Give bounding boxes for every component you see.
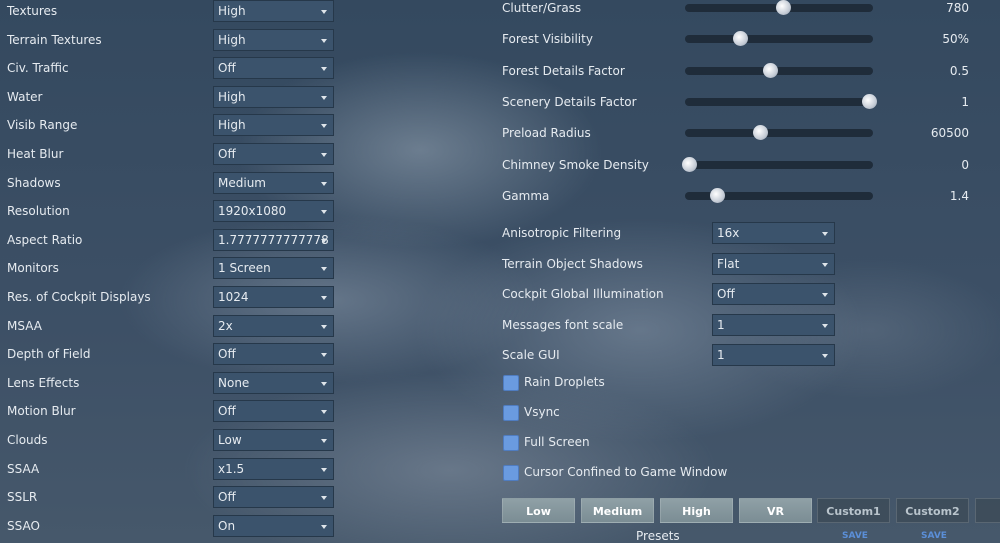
save-link[interactable]: SAVE — [921, 531, 947, 541]
setting-label: SSAO — [7, 518, 40, 533]
setting-label: Motion Blur — [7, 404, 76, 419]
save-link[interactable]: SAVE — [842, 531, 868, 541]
slider-track[interactable] — [681, 156, 873, 172]
setting-dropdown[interactable]: 1024 — [213, 286, 334, 308]
checkbox-label: Rain Droplets — [524, 375, 605, 389]
slider-label: Chimney Smoke Density — [502, 157, 649, 172]
checkbox-label: Cursor Confined to Game Window — [524, 465, 728, 479]
setting-dropdown[interactable]: 1.7777777777778 — [213, 228, 334, 251]
slider-label: Forest Details Factor — [502, 63, 625, 78]
custom-preset-button[interactable]: Cu — [975, 498, 1000, 523]
setting-label: SSLR — [7, 490, 38, 505]
slider-label: Forest Visibility — [502, 32, 593, 47]
custom-preset-button[interactable]: Custom2 — [896, 498, 969, 523]
setting-dropdown[interactable]: 1 Screen — [213, 257, 334, 280]
setting-dropdown[interactable]: 2x — [213, 314, 334, 337]
setting-label: Water — [7, 89, 43, 104]
setting-label: Textures — [7, 4, 58, 18]
setting-label: Heat Blur — [7, 147, 64, 161]
setting-label: Terrain Object Shadows — [502, 256, 643, 271]
slider-value: 1.4 — [949, 188, 969, 203]
checkbox[interactable] — [503, 405, 519, 421]
preset-button-medium[interactable]: Medium — [581, 498, 654, 523]
setting-label: Scale GUI — [502, 348, 560, 362]
slider-handle[interactable] — [753, 125, 769, 141]
checkbox[interactable] — [503, 375, 519, 391]
checkbox[interactable] — [503, 435, 519, 451]
setting-dropdown[interactable]: Low — [213, 429, 334, 451]
setting-label: Depth of Field — [7, 347, 91, 362]
setting-label: Cockpit Global Illumination — [502, 287, 664, 301]
slider-track[interactable] — [685, 31, 873, 47]
slider-label: Clutter/Grass — [502, 1, 582, 15]
setting-dropdown[interactable]: 1920x1080 — [213, 200, 334, 223]
slider-label: Preload Radius — [502, 126, 591, 141]
preset-button-vr[interactable]: VR — [739, 498, 812, 523]
setting-label: Anisotropic Filtering — [502, 226, 622, 240]
setting-dropdown[interactable]: Off — [213, 57, 334, 80]
setting-dropdown[interactable]: High — [213, 85, 334, 108]
slider-handle[interactable] — [762, 62, 778, 78]
setting-dropdown[interactable]: High — [213, 0, 334, 22]
slider-value: 0 — [961, 157, 969, 172]
setting-dropdown[interactable]: On — [213, 514, 334, 537]
setting-dropdown[interactable]: Flat — [712, 252, 835, 275]
setting-label: Terrain Textures — [7, 32, 102, 47]
setting-label: Lens Effects — [7, 375, 80, 390]
setting-dropdown[interactable]: High — [213, 114, 334, 137]
slider-handle[interactable] — [775, 0, 791, 15]
setting-dropdown[interactable]: 1 — [712, 313, 835, 336]
slider-track[interactable] — [685, 0, 873, 15]
slider-value: 780 — [946, 1, 969, 15]
setting-label: Monitors — [7, 261, 59, 276]
custom-preset-button[interactable]: Custom1 — [817, 498, 890, 523]
setting-dropdown[interactable]: Off — [712, 283, 835, 305]
preset-button-low[interactable]: Low — [502, 498, 575, 523]
setting-label: MSAA — [7, 318, 42, 333]
slider-handle[interactable] — [862, 93, 878, 109]
setting-dropdown[interactable]: 16x — [712, 222, 835, 244]
setting-dropdown[interactable]: Off — [213, 486, 334, 509]
slider-handle[interactable] — [681, 156, 697, 172]
setting-label: SSAA — [7, 461, 40, 476]
setting-dropdown[interactable]: x1.5 — [213, 457, 334, 480]
checkbox-label: Vsync — [524, 405, 560, 419]
setting-dropdown[interactable]: 1 — [712, 344, 835, 366]
setting-dropdown[interactable]: Off — [213, 400, 334, 423]
slider-value: 1 — [961, 94, 969, 109]
setting-label: Civ. Traffic — [7, 61, 69, 76]
setting-dropdown[interactable]: Off — [213, 343, 334, 366]
slider-value: 50% — [942, 32, 969, 47]
slider-track[interactable] — [685, 125, 873, 141]
presets-label: Presets — [636, 529, 680, 543]
slider-track[interactable] — [685, 187, 873, 203]
slider-track[interactable] — [685, 93, 878, 109]
setting-label: Shadows — [7, 175, 61, 190]
checkbox[interactable] — [503, 465, 519, 481]
setting-label: Visib Range — [7, 118, 78, 133]
slider-handle[interactable] — [709, 187, 725, 203]
slider-value: 0.5 — [949, 63, 969, 78]
preset-button-high[interactable]: High — [660, 498, 733, 523]
slider-handle[interactable] — [732, 31, 748, 47]
slider-value: 60500 — [930, 126, 969, 141]
setting-dropdown[interactable]: None — [213, 371, 334, 394]
setting-dropdown[interactable]: High — [213, 28, 334, 51]
slider-label: Scenery Details Factor — [502, 94, 637, 109]
slider-track[interactable] — [685, 62, 873, 78]
checkbox-label: Full Screen — [524, 435, 590, 449]
setting-label: Messages font scale — [502, 317, 624, 332]
setting-label: Resolution — [7, 204, 70, 219]
setting-dropdown[interactable]: Off — [213, 143, 334, 165]
slider-label: Gamma — [502, 188, 550, 203]
setting-dropdown[interactable]: Medium — [213, 171, 334, 194]
setting-label: Res. of Cockpit Displays — [7, 290, 151, 304]
setting-label: Aspect Ratio — [7, 232, 83, 247]
setting-label: Clouds — [7, 433, 48, 447]
